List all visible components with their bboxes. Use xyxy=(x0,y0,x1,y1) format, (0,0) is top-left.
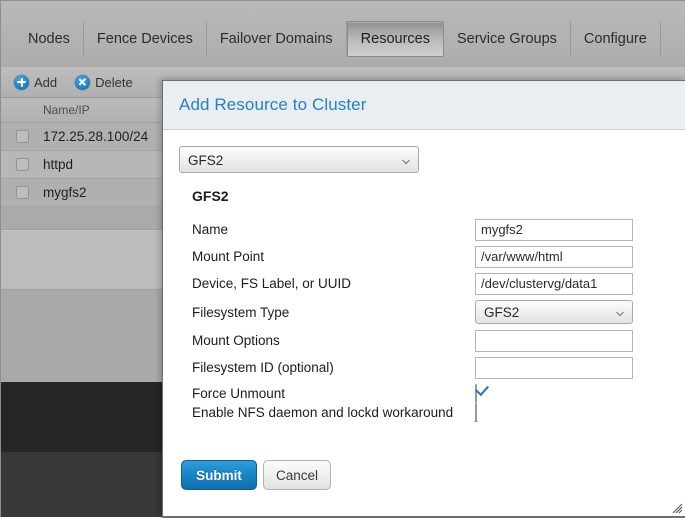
tab-label: Nodes xyxy=(28,31,70,47)
tab-label: Service Groups xyxy=(456,31,557,47)
checkbox-control xyxy=(475,402,668,422)
submit-button-label: Submit xyxy=(196,467,242,483)
field-control xyxy=(475,356,668,379)
resource-form: Name Mount Point Device, FS Label, or UU… xyxy=(179,216,668,446)
field-control xyxy=(475,272,668,295)
cancel-button[interactable]: Cancel xyxy=(263,460,331,490)
filesystem-type-select-wrapper: GFS2 xyxy=(475,300,633,324)
row-checkbox[interactable] xyxy=(15,158,29,171)
field-row-filesystem-type: Filesystem Type GFS2 xyxy=(179,297,668,327)
field-label: Mount Options xyxy=(192,333,280,348)
field-row-device: Device, FS Label, or UUID xyxy=(179,270,668,297)
checkbox-label: Enable NFS daemon and lockd workaround xyxy=(192,405,454,420)
checkbox-row-nfs-workaround: Enable NFS daemon and lockd workaround xyxy=(179,402,668,422)
main-tab-bar: Nodes Fence Devices Failover Domains Res… xyxy=(1,1,685,67)
row-checkbox-cell xyxy=(1,158,43,171)
cancel-button-label: Cancel xyxy=(275,467,319,483)
field-control xyxy=(475,218,668,241)
field-control xyxy=(475,245,668,268)
add-button-label: Add xyxy=(34,74,58,90)
filesystem-id-input[interactable] xyxy=(475,356,633,379)
force-unmount-checkbox[interactable] xyxy=(475,383,477,403)
field-row-mount-options: Mount Options xyxy=(179,327,668,354)
resize-handle-icon[interactable] xyxy=(670,501,683,514)
field-row-name: Name xyxy=(179,216,668,243)
dialog-footer: Submit Cancel xyxy=(163,422,685,517)
row-checkbox[interactable] xyxy=(15,130,29,143)
checkbox-control xyxy=(475,383,668,403)
x-circle-icon xyxy=(75,74,91,90)
field-control xyxy=(475,329,668,352)
name-input[interactable] xyxy=(475,218,633,241)
plus-circle-icon xyxy=(14,74,29,90)
dialog-header: Add Resource to Cluster xyxy=(163,81,685,130)
checkbox-row-force-unmount: Force Unmount xyxy=(179,383,668,403)
tab-configure[interactable]: Configure xyxy=(571,21,661,57)
resource-type-select[interactable]: GFS2 xyxy=(179,146,419,173)
tab-nodes[interactable]: Nodes xyxy=(15,21,84,57)
tab-label: Resources xyxy=(360,31,430,47)
submit-button[interactable]: Submit xyxy=(181,460,257,490)
resource-section-title: GFS2 xyxy=(192,188,229,204)
tab-service-groups[interactable]: Service Groups xyxy=(444,21,571,57)
resource-type-select-wrapper: GFS2 xyxy=(179,146,419,173)
tab-resources[interactable]: Resources xyxy=(346,21,444,57)
tab-list: Nodes Fence Devices Failover Domains Res… xyxy=(15,21,661,57)
filesystem-type-select[interactable]: GFS2 xyxy=(475,300,633,324)
application-window: Nodes Fence Devices Failover Domains Res… xyxy=(0,0,685,518)
delete-button-label: Delete xyxy=(95,74,133,90)
tab-label: Configure xyxy=(583,31,647,47)
add-resource-button[interactable]: Add xyxy=(14,74,58,90)
field-label: Filesystem ID (optional) xyxy=(192,360,334,375)
tab-fence-devices[interactable]: Fence Devices xyxy=(84,21,207,57)
row-checkbox-cell xyxy=(1,130,43,143)
dialog-body: GFS2 GFS2 Name Mount Point xyxy=(163,130,685,470)
row-checkbox[interactable] xyxy=(15,186,29,199)
device-fs-label-uuid-input[interactable] xyxy=(475,272,633,295)
tab-failover-domains[interactable]: Failover Domains xyxy=(207,21,347,57)
checkbox-label: Force Unmount xyxy=(192,386,286,401)
delete-resource-button[interactable]: Delete xyxy=(75,74,133,90)
field-label: Mount Point xyxy=(192,249,265,264)
mount-options-input[interactable] xyxy=(475,329,633,352)
enable-nfs-lockd-workaround-checkbox[interactable] xyxy=(475,402,477,422)
tab-label: Failover Domains xyxy=(219,31,333,47)
field-control: GFS2 xyxy=(475,300,668,324)
field-row-filesystem-id: Filesystem ID (optional) xyxy=(179,354,668,381)
add-resource-dialog: Add Resource to Cluster GFS2 GFS2 Name m… xyxy=(162,80,685,518)
field-label: Filesystem Type xyxy=(192,304,290,320)
field-label: Name xyxy=(192,222,229,237)
tab-label: Fence Devices xyxy=(96,31,193,47)
mount-point-input[interactable] xyxy=(475,245,633,268)
field-label: Device, FS Label, or UUID xyxy=(192,276,352,291)
field-row-mount-point: Mount Point xyxy=(179,243,668,270)
row-checkbox-cell xyxy=(1,186,43,199)
dialog-title: Add Resource to Cluster xyxy=(179,95,367,114)
